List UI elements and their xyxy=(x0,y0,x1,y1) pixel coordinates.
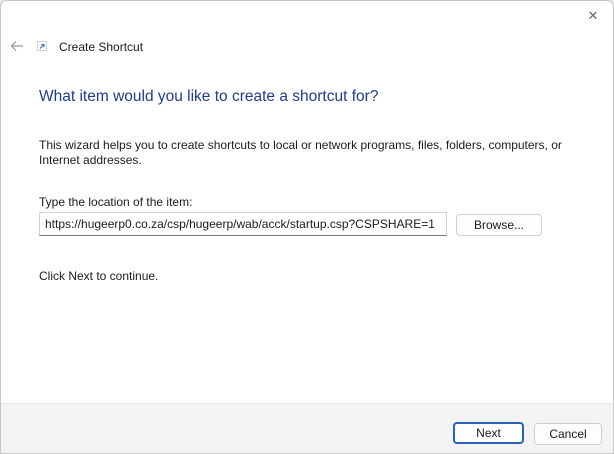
wizard-title: Create Shortcut xyxy=(59,40,144,54)
wizard-description: This wizard helps you to create shortcut… xyxy=(39,138,562,167)
close-icon: ✕ xyxy=(587,8,599,23)
cancel-button[interactable]: Cancel xyxy=(534,423,602,445)
wizard-footer: Next Cancel xyxy=(1,403,613,453)
arrow-left-icon xyxy=(10,41,23,51)
close-button[interactable]: ✕ xyxy=(581,5,605,27)
wizard-header: Create Shortcut xyxy=(1,31,613,63)
create-shortcut-window: ✕ Create Shortcut What item would you li… xyxy=(0,0,614,454)
continue-text: Click Next to continue. xyxy=(39,269,159,283)
location-input[interactable] xyxy=(39,212,447,236)
browse-button[interactable]: Browse... xyxy=(456,214,542,236)
location-label: Type the location of the item: xyxy=(39,195,193,209)
back-button[interactable] xyxy=(7,37,27,55)
page-heading: What item would you like to create a sho… xyxy=(39,88,379,105)
shortcut-arrow-icon xyxy=(37,41,47,51)
next-button[interactable]: Next xyxy=(453,422,524,444)
